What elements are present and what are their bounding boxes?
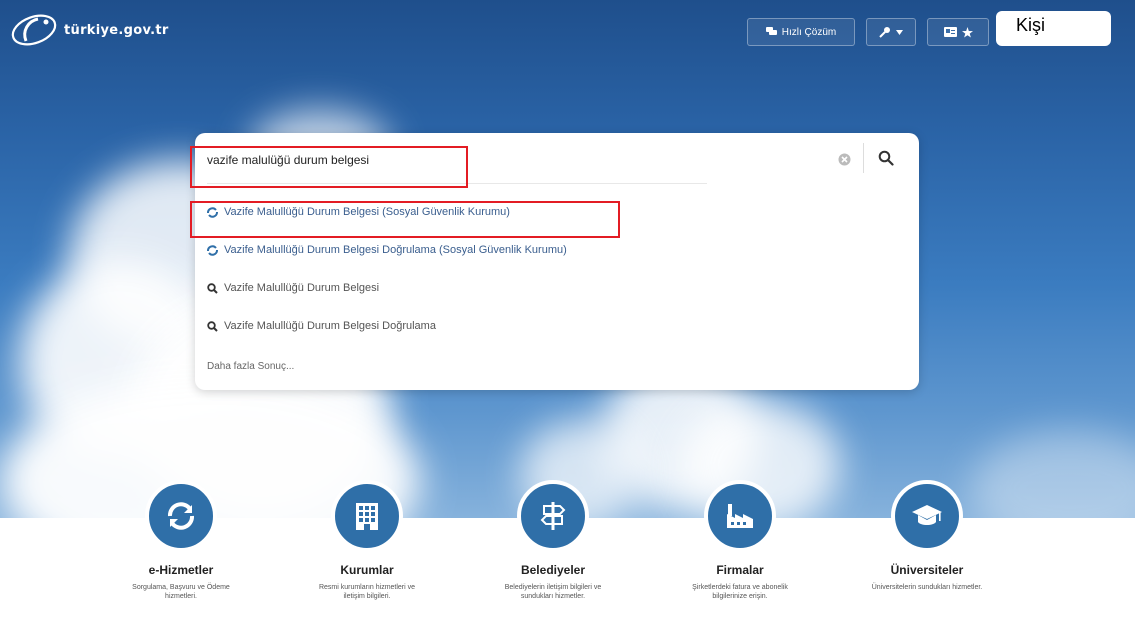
category-title: Kurumlar — [340, 563, 394, 577]
top-bar: türkiye.gov.tr Hızlı Çözüm Kişi — [0, 0, 1135, 60]
logo-text: türkiye.gov.tr — [64, 22, 169, 38]
search-icon — [207, 320, 218, 332]
query-highlight-box — [190, 146, 468, 188]
search-icon[interactable] — [878, 150, 894, 166]
category-description: Resmi kurumların hizmetleri ve iletişim … — [318, 584, 416, 600]
category-universiteler[interactable]: Üniversiteler Üniversitelerin sundukları… — [852, 480, 1002, 592]
id-card-icon — [943, 27, 957, 37]
category-title: e-Hizmetler — [148, 563, 214, 577]
category-title: Belediyeler — [520, 563, 586, 577]
refresh-icon — [168, 502, 194, 530]
graduation-cap-icon — [912, 505, 942, 525]
category-title: Üniversiteler — [890, 563, 964, 577]
login-key-button[interactable] — [866, 18, 916, 46]
service-icon — [207, 244, 218, 256]
category-description: Şirketlerdeki fatura ve abonelik bilgile… — [692, 584, 788, 600]
key-icon — [879, 27, 890, 38]
user-name-box[interactable]: Kişi — [996, 11, 1111, 46]
suggestion-label: Vazife Malullüğü Durum Belgesi Doğrulama… — [224, 244, 567, 256]
id-card-favorites-button[interactable] — [927, 18, 989, 46]
suggestion-highlight-box — [190, 201, 620, 238]
factory-icon — [727, 504, 753, 528]
category-description: Üniversitelerin sundukları hizmetler. — [871, 584, 983, 591]
category-description: Sorgulama, Başvuru ve Ödeme hizmetleri. — [132, 584, 230, 600]
category-icon-circle — [517, 480, 589, 552]
quick-solution-button[interactable]: Hızlı Çözüm — [747, 18, 855, 46]
category-description: Belediyelerin iletişim bilgileri ve sund… — [504, 584, 602, 600]
suggestion-label: Vazife Malullüğü Durum Belgesi — [224, 282, 380, 294]
star-icon — [961, 26, 973, 38]
search-divider — [863, 143, 864, 173]
category-icon-circle — [704, 480, 776, 552]
suggestion-item[interactable]: Vazife Malullüğü Durum Belgesi Doğrulama… — [207, 244, 567, 256]
caret-down-icon — [896, 29, 903, 35]
category-kurumlar[interactable]: Kurumlar Resmi kurumların hizmetleri ve … — [292, 480, 442, 601]
chat-icon — [765, 27, 777, 35]
search-icon — [207, 282, 218, 294]
building-icon — [356, 503, 378, 530]
more-results-link[interactable]: Daha fazla Sonuç... — [207, 361, 294, 372]
category-belediyeler[interactable]: Belediyeler Belediyelerin iletişim bilgi… — [478, 480, 628, 601]
suggestion-label: Vazife Malullüğü Durum Belgesi Doğrulama — [224, 320, 436, 332]
suggestion-item[interactable]: Vazife Malullüğü Durum Belgesi — [207, 282, 379, 294]
category-e-hizmetler[interactable]: e-Hizmetler Sorgulama, Başvuru ve Ödeme … — [106, 480, 256, 601]
category-icon-circle — [145, 480, 217, 552]
category-firmalar[interactable]: Firmalar Şirketlerdeki fatura ve aboneli… — [665, 480, 815, 601]
gov-logo-icon — [11, 14, 57, 46]
category-icon-circle — [891, 480, 963, 552]
clear-icon[interactable] — [838, 153, 851, 166]
suggestion-item[interactable]: Vazife Malullüğü Durum Belgesi Doğrulama — [207, 320, 436, 332]
site-logo[interactable]: türkiye.gov.tr — [8, 10, 169, 50]
quick-solution-label: Hızlı Çözüm — [781, 26, 837, 38]
category-title: Firmalar — [716, 563, 764, 577]
signpost-icon — [540, 502, 566, 530]
category-icon-circle — [331, 480, 403, 552]
